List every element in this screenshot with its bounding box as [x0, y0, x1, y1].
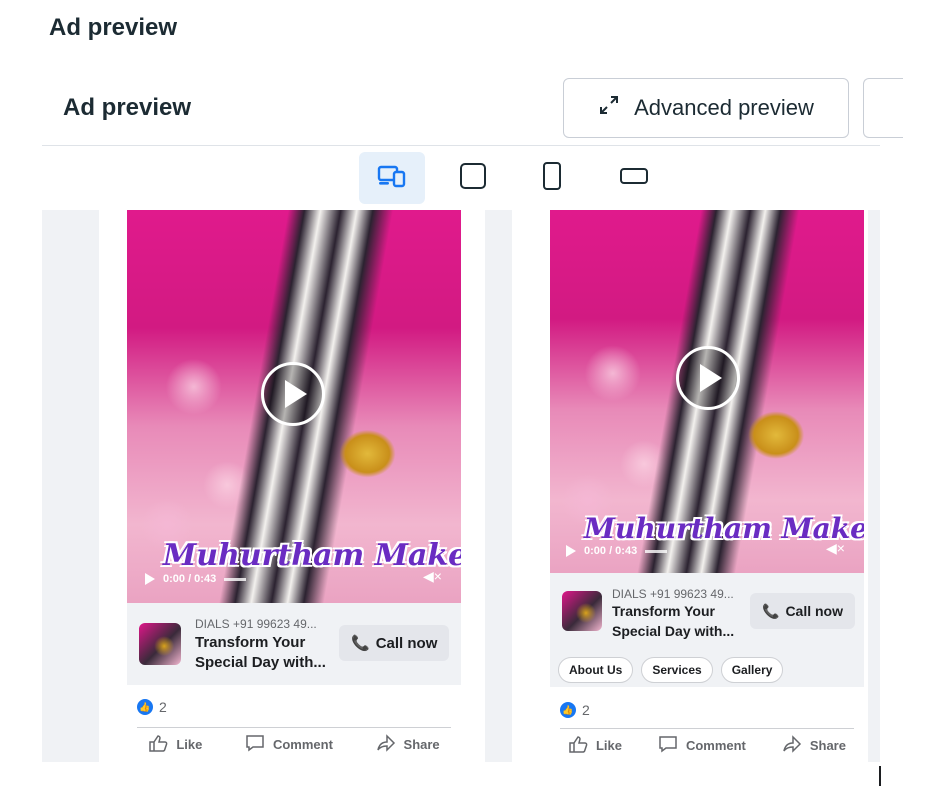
video-caption: Muhurtham Makeup	[584, 512, 864, 545]
volume-icon[interactable]: ◀×	[826, 540, 845, 557]
thumbs-up-icon	[148, 734, 168, 755]
link-chips: About Us Services Gallery	[558, 657, 784, 683]
phone-icon: 📞	[351, 635, 370, 652]
video-play-control-icon[interactable]	[566, 545, 576, 557]
advertiser-thumbnail	[139, 623, 181, 665]
like-button[interactable]: Like	[568, 735, 622, 756]
share-icon	[376, 733, 396, 755]
mobile-portrait-icon	[542, 161, 562, 196]
advanced-preview-label: Advanced preview	[634, 95, 814, 120]
outer-section-title: Ad preview	[49, 14, 178, 41]
ad-headline: Transform Your Special Day with...	[612, 601, 734, 641]
square-format-tab[interactable]	[440, 152, 506, 204]
chip-gallery[interactable]: Gallery	[720, 657, 784, 683]
page-title: Ad preview	[63, 94, 192, 121]
like-button[interactable]: Like	[148, 734, 202, 755]
play-icon[interactable]	[676, 346, 740, 410]
thumbs-up-icon	[568, 735, 588, 756]
preview-canvas: Muhurtham Makeup 0:00 / 0:43 ◀× DIALS +9…	[42, 210, 880, 762]
comment-button[interactable]: Comment	[245, 734, 333, 755]
responsive-format-tab[interactable]	[359, 152, 425, 204]
comment-icon	[658, 735, 678, 756]
ad-preview-card: Muhurtham Makeup 0:00 / 0:43 ◀× DIALS +9…	[99, 210, 485, 762]
video-controls: 0:00 / 0:43	[145, 570, 247, 588]
like-reaction-icon: 👍	[560, 702, 576, 718]
like-label: Like	[595, 737, 622, 753]
advertiser-thumbnail	[562, 591, 602, 631]
ad-preview-header: Ad preview Advanced preview	[42, 76, 903, 146]
call-now-label: Call now	[375, 634, 438, 652]
dials-text: DIALS +91 99623 49...	[612, 587, 734, 601]
volume-icon[interactable]: ◀×	[423, 568, 442, 585]
divider	[137, 727, 451, 728]
comment-label: Comment	[685, 737, 746, 753]
video-progress-bar[interactable]	[645, 549, 668, 553]
headline-line-1: Transform Your	[195, 634, 306, 651]
overflow-button[interactable]	[863, 78, 903, 138]
share-button[interactable]: Share	[782, 734, 846, 756]
chip-about-us[interactable]: About Us	[558, 657, 634, 683]
video-play-control-icon[interactable]	[145, 573, 155, 585]
ad-headline: Transform Your Special Day with...	[195, 633, 326, 673]
like-label: Like	[176, 736, 203, 752]
expand-icon	[598, 94, 620, 122]
video-progress-bar[interactable]	[224, 577, 247, 581]
play-icon[interactable]	[261, 362, 325, 426]
video-time: 0:00 / 0:43	[163, 573, 217, 585]
reaction-count: 2	[159, 699, 167, 715]
share-button[interactable]: Share	[376, 733, 440, 755]
reaction-count: 2	[582, 702, 590, 718]
advanced-preview-button[interactable]: Advanced preview	[563, 78, 849, 138]
video-controls: 0:00 / 0:43	[566, 542, 668, 560]
reaction-summary[interactable]: 👍 2	[560, 702, 590, 718]
text-cursor	[879, 766, 881, 786]
ad-preview-card: Muhurtham Makeup 0:00 / 0:43 ◀× DIALS +9…	[512, 210, 868, 762]
landscape-icon	[619, 166, 649, 191]
video-time: 0:00 / 0:43	[584, 545, 638, 557]
call-now-label: Call now	[785, 603, 843, 619]
video-media[interactable]: Muhurtham Makeup 0:00 / 0:43 ◀×	[550, 210, 864, 573]
comment-button[interactable]: Comment	[658, 735, 746, 756]
device-format-toolbar	[0, 152, 940, 204]
mobile-portrait-format-tab[interactable]	[519, 152, 585, 204]
phone-icon: 📞	[762, 602, 780, 619]
post-actions: Like Comment Share	[127, 732, 461, 756]
comment-label: Comment	[272, 736, 333, 752]
cta-row: DIALS +91 99623 49... Transform Your Spe…	[550, 573, 864, 687]
chip-services[interactable]: Services	[641, 657, 713, 683]
headline-line-2: Special Day with...	[195, 654, 326, 671]
call-now-button[interactable]: 📞 Call now	[339, 625, 450, 661]
square-icon	[459, 162, 487, 195]
post-actions: Like Comment Share	[550, 733, 864, 757]
video-caption: Muhurtham Makeup	[163, 538, 461, 573]
video-media[interactable]: Muhurtham Makeup 0:00 / 0:43 ◀×	[127, 210, 461, 603]
reaction-summary[interactable]: 👍 2	[137, 699, 167, 715]
headline-line-2: Special Day with...	[612, 623, 735, 639]
call-now-button[interactable]: 📞 Call now	[750, 593, 855, 629]
share-label: Share	[809, 737, 846, 753]
responsive-icon	[377, 164, 407, 193]
divider	[560, 728, 854, 729]
like-reaction-icon: 👍	[137, 699, 153, 715]
share-icon	[782, 734, 802, 756]
comment-icon	[245, 734, 265, 755]
cta-row: DIALS +91 99623 49... Transform Your Spe…	[127, 603, 461, 685]
landscape-format-tab[interactable]	[601, 152, 667, 204]
headline-line-1: Transform Your	[612, 603, 715, 619]
share-label: Share	[403, 736, 440, 752]
dials-text: DIALS +91 99623 49...	[195, 617, 317, 631]
